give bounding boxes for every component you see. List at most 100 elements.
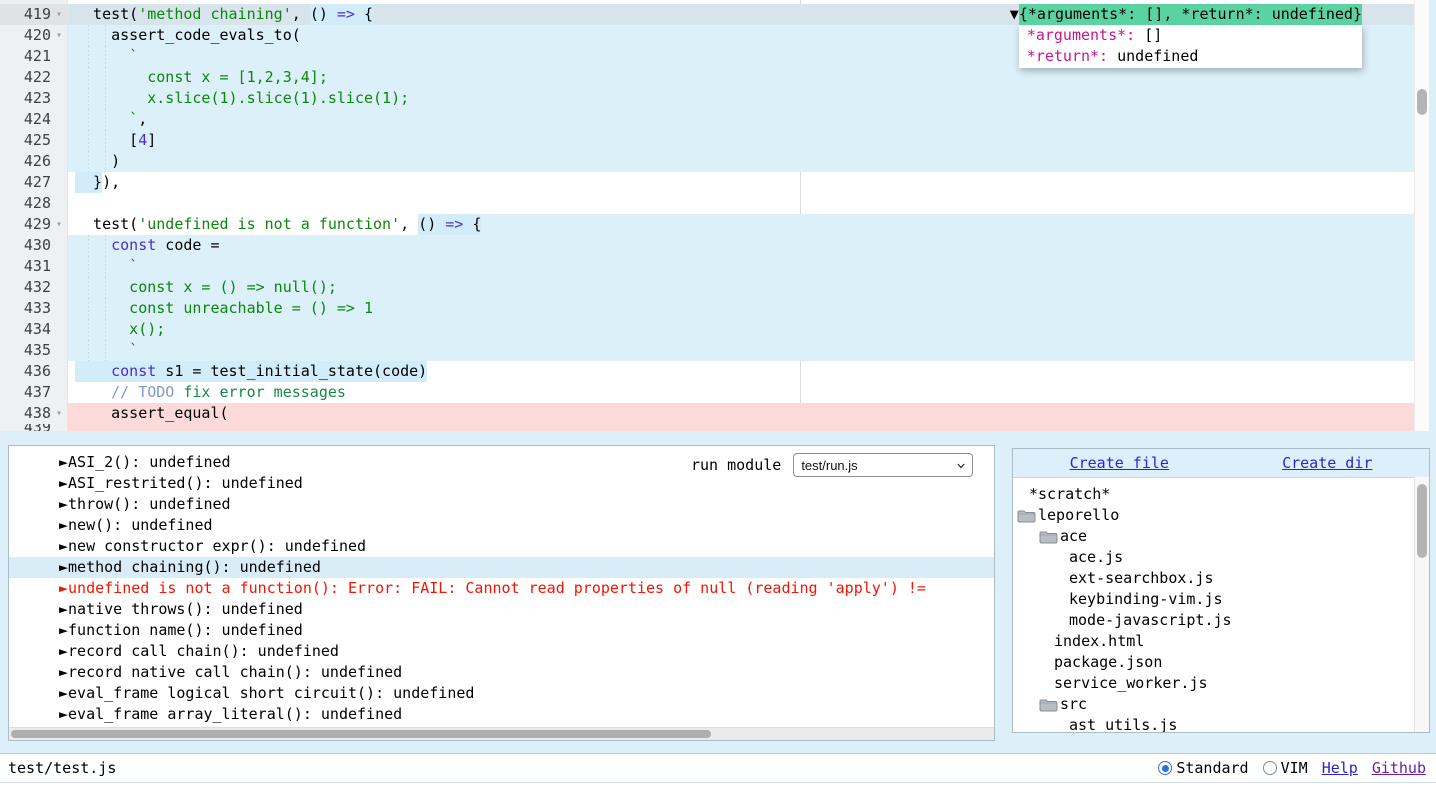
file-tree-item[interactable]: ext-searchbox.js — [1013, 568, 1429, 589]
code-line-431[interactable]: ` — [68, 256, 1414, 277]
editor-vertical-scrollbar[interactable] — [1414, 0, 1429, 431]
fold-arrow-icon[interactable]: ▾ — [51, 214, 67, 235]
code-line-438[interactable]: assert_equal( — [68, 403, 1414, 424]
code-line-434[interactable]: x(); — [68, 319, 1414, 340]
scrollbar-thumb[interactable] — [1417, 484, 1427, 558]
code-line-423[interactable]: x.slice(1).slice(1).slice(1); — [68, 88, 1414, 109]
file-tree-item[interactable]: ace — [1013, 526, 1429, 547]
code-token: { — [463, 214, 481, 235]
code-token: const unreachable = () => 1 — [75, 298, 373, 319]
code-token: ) — [75, 151, 120, 172]
code-token: [ — [75, 130, 138, 151]
fold-arrow-icon[interactable]: ▾ — [51, 4, 67, 25]
console-panel: ►ASI_2(): undefined►ASI_restrited(): und… — [8, 445, 995, 741]
line-number: 426 — [0, 151, 67, 172]
file-tree-item[interactable]: *scratch* — [1013, 484, 1429, 505]
scrollbar-thumb[interactable] — [1417, 89, 1427, 115]
code-line-429[interactable]: test('undefined is not a function', () =… — [68, 214, 1414, 235]
code-line-427[interactable]: }), — [68, 172, 1414, 193]
file-tree: *scratch* leporello aceace.jsext-searchb… — [1013, 478, 1429, 733]
code-token — [75, 382, 111, 403]
file-tree-item[interactable]: index.html — [1013, 631, 1429, 652]
line-number: 427 — [0, 172, 67, 193]
code-token: , — [292, 4, 310, 25]
value-tooltip-header-text: {*arguments*: [], *return*: undefined} — [1019, 4, 1362, 25]
file-tree-item[interactable]: package.json — [1013, 652, 1429, 673]
keybinding-radio-vim[interactable]: VIM — [1263, 759, 1308, 777]
code-token: s1 = test_initial_state(code) — [156, 361, 427, 382]
calltree-item[interactable]: ►eval_frame logical short circuit(): und… — [9, 683, 994, 704]
chevron-down-icon[interactable]: ▼ — [1010, 4, 1019, 25]
code-line-435[interactable]: ` — [68, 340, 1414, 361]
calltree-item[interactable]: ►record call chain(): undefined — [9, 641, 994, 662]
calltree-item[interactable]: ►method chaining(): undefined — [9, 557, 994, 578]
create-dir-link[interactable]: Create dir — [1282, 454, 1372, 472]
file-name: ext-searchbox.js — [1069, 568, 1214, 589]
code-token: code = — [156, 235, 219, 256]
github-link[interactable]: Github — [1372, 759, 1426, 777]
code-token: , — [400, 214, 418, 235]
value-tooltip-header[interactable]: ▼{*arguments*: [], *return*: undefined} — [1010, 4, 1362, 25]
file-tree-item[interactable]: keybinding-vim.js — [1013, 589, 1429, 610]
line-number: 422 — [0, 67, 67, 88]
chevron-down-icon — [957, 462, 965, 470]
code-line-424[interactable]: `, — [68, 109, 1414, 130]
file-tree-item[interactable]: leporello — [1013, 505, 1429, 526]
radio-icon[interactable] — [1263, 761, 1277, 775]
calltree-item[interactable]: ►new constructor expr(): undefined — [9, 536, 994, 557]
line-number: 433 — [0, 298, 67, 319]
keybinding-radio-standard[interactable]: Standard — [1158, 759, 1248, 777]
calltree-item[interactable]: ►function name(): undefined — [9, 620, 994, 641]
tooltip-entry[interactable]: *arguments*: [] — [1027, 25, 1352, 46]
code-line-436[interactable]: const s1 = test_initial_state(code) — [68, 361, 1414, 382]
fold-arrow-icon[interactable]: ▾ — [51, 25, 67, 46]
code-token: ` — [75, 46, 138, 67]
code-token: assert_code_evals_to( — [75, 25, 301, 46]
code-token: { — [355, 4, 373, 25]
line-number: 424 — [0, 109, 67, 130]
file-name: package.json — [1054, 652, 1162, 673]
code-line-426[interactable]: ) — [68, 151, 1414, 172]
help-link[interactable]: Help — [1322, 759, 1358, 777]
code-line-432[interactable]: const x = () => null(); — [68, 277, 1414, 298]
code-token: x.slice(1).slice(1).slice(1); — [75, 88, 409, 109]
code-line-422[interactable]: const x = [1,2,3,4]; — [68, 67, 1414, 88]
line-number: 438▾ — [0, 403, 67, 424]
code-line-430[interactable]: const code = — [68, 235, 1414, 256]
code-line-428[interactable] — [68, 193, 1414, 214]
line-number-gutter: 419▾420▾421422423424425426427428429▾4304… — [0, 0, 68, 431]
fold-arrow-icon[interactable]: ▾ — [51, 403, 67, 424]
code-token — [75, 361, 111, 382]
calltree-item[interactable]: ►throw(): undefined — [9, 494, 994, 515]
code-line-439[interactable] — [68, 424, 1414, 431]
radio-icon[interactable] — [1158, 761, 1172, 775]
scrollbar-thumb[interactable] — [11, 730, 711, 738]
code-line-437[interactable]: // TODO fix error messages — [68, 382, 1414, 403]
calltree-item[interactable]: ►undefined is not a function(): Error: F… — [9, 578, 994, 599]
run-module-label: run module — [691, 456, 781, 474]
calltree-item[interactable]: ►record native call chain(): undefined — [9, 662, 994, 683]
file-name: index.html — [1054, 631, 1144, 652]
file-tree-item[interactable]: src — [1013, 694, 1429, 715]
run-module-select[interactable]: test/run.js — [793, 453, 973, 477]
code-token: , — [138, 109, 147, 130]
code-line-425[interactable]: [4] — [68, 130, 1414, 151]
create-file-link[interactable]: Create file — [1070, 454, 1169, 472]
calltree-item[interactable]: ►eval_frame array_literal(): undefined — [9, 704, 994, 725]
file-tree-item[interactable]: mode-javascript.js — [1013, 610, 1429, 631]
file-tree-item[interactable]: ast_utils.js — [1013, 715, 1429, 733]
calltree-item[interactable]: ►native throws(): undefined — [9, 599, 994, 620]
file-tree-item[interactable]: ace.js — [1013, 547, 1429, 568]
file-tree-item[interactable]: service_worker.js — [1013, 673, 1429, 694]
file-name: src — [1060, 694, 1087, 715]
code-token: () — [310, 4, 337, 25]
console-horizontal-scrollbar[interactable] — [9, 727, 994, 740]
code-token: x(); — [75, 319, 165, 340]
calltree-item[interactable]: ►new(): undefined — [9, 515, 994, 536]
line-number: 436 — [0, 361, 67, 382]
code-line-433[interactable]: const unreachable = () => 1 — [68, 298, 1414, 319]
file-tree-scrollbar[interactable] — [1414, 477, 1429, 732]
line-number: 432 — [0, 277, 67, 298]
calltree-item[interactable] — [9, 445, 994, 452]
tooltip-entry[interactable]: *return*: undefined — [1027, 46, 1352, 67]
